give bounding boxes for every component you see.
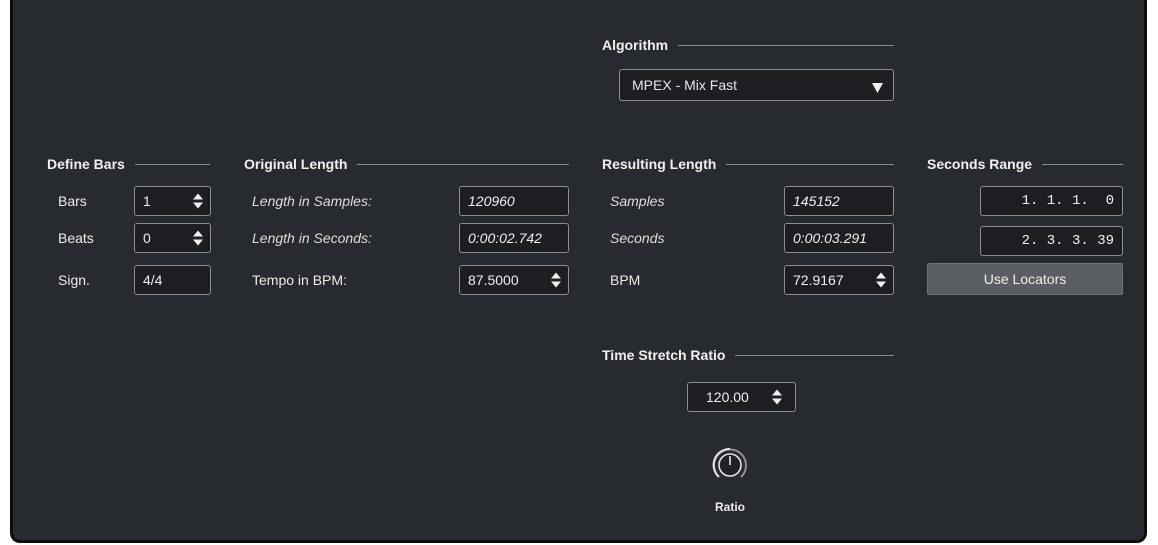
triangle-down-icon: [872, 80, 883, 96]
algorithm-dropdown[interactable]: MPEX - Mix Fast: [619, 69, 894, 101]
sign-label: Sign.: [58, 272, 90, 288]
range-start-value: 1. 1. 1. 0: [1021, 193, 1114, 209]
beats-stepper[interactable]: 0: [134, 223, 211, 253]
resulting-seconds-field[interactable]: 0:00:03.291: [784, 223, 894, 253]
resulting-length-heading: Resulting Length: [602, 156, 894, 172]
up-down-arrows-icon[interactable]: [551, 272, 561, 288]
divider: [134, 163, 210, 165]
samples-label: Samples: [610, 193, 665, 209]
signature-value: 4/4: [143, 272, 163, 288]
original-samples-value: 120960: [468, 193, 515, 209]
bpm-label: BPM: [610, 272, 641, 288]
seconds-label: Seconds: [610, 230, 665, 246]
original-length-heading: Original Length: [244, 156, 569, 172]
divider: [357, 163, 569, 165]
up-down-arrows-icon[interactable]: [772, 389, 782, 405]
original-seconds-value: 0:00:02.742: [468, 230, 542, 246]
ratio-knob-label: Ratio: [715, 500, 745, 514]
range-start-field[interactable]: 1. 1. 1. 0: [980, 186, 1123, 216]
divider: [678, 44, 894, 46]
tempo-in-bpm-label: Tempo in BPM:: [252, 272, 347, 288]
original-length-heading-text: Original Length: [244, 156, 348, 172]
beats-label: Beats: [58, 230, 94, 246]
bars-label: Bars: [58, 193, 87, 209]
ratio-value: 120.00: [706, 389, 749, 405]
signature-field[interactable]: 4/4: [134, 265, 211, 295]
resulting-length-heading-text: Resulting Length: [602, 156, 717, 172]
time-stretch-ratio-heading-text: Time Stretch Ratio: [602, 347, 726, 363]
define-bars-heading-text: Define Bars: [47, 156, 125, 172]
algorithm-selected: MPEX - Mix Fast: [632, 77, 738, 93]
bpm-value: 72.9167: [793, 272, 844, 288]
seconds-range-heading-text: Seconds Range: [927, 156, 1033, 172]
tempo-value: 87.5000: [468, 272, 519, 288]
original-seconds-field: 0:00:02.742: [459, 223, 569, 253]
length-in-seconds-label: Length in Seconds:: [252, 230, 372, 246]
range-end-value: 2. 3. 3. 39: [1021, 233, 1114, 249]
length-in-samples-label: Length in Samples:: [252, 193, 372, 209]
ratio-stepper[interactable]: 120.00: [687, 382, 796, 412]
define-bars-heading: Define Bars: [47, 156, 210, 172]
algorithm-heading: Algorithm: [602, 37, 894, 53]
resulting-samples-field[interactable]: 145152: [784, 186, 894, 216]
time-stretch-ratio-heading: Time Stretch Ratio: [602, 347, 894, 363]
time-stretch-panel: Algorithm MPEX - Mix Fast Define Bars Ba…: [10, 0, 1147, 543]
divider: [726, 163, 894, 165]
up-down-arrows-icon[interactable]: [876, 272, 886, 288]
seconds-range-heading: Seconds Range: [927, 156, 1123, 172]
divider: [1042, 163, 1123, 165]
bars-stepper[interactable]: 1: [134, 186, 211, 216]
use-locators-button[interactable]: Use Locators: [927, 263, 1123, 295]
rotary-knob-icon[interactable]: [711, 446, 749, 484]
algorithm-heading-text: Algorithm: [602, 37, 669, 53]
tempo-stepper[interactable]: 87.5000: [459, 265, 569, 295]
bars-value: 1: [143, 193, 151, 209]
range-end-field[interactable]: 2. 3. 3. 39: [980, 226, 1123, 256]
resulting-seconds-value: 0:00:03.291: [793, 230, 867, 246]
beats-value: 0: [143, 230, 151, 246]
resulting-samples-value: 145152: [793, 193, 840, 209]
divider: [735, 354, 894, 356]
bpm-stepper[interactable]: 72.9167: [784, 265, 894, 295]
up-down-arrows-icon[interactable]: [193, 230, 203, 246]
original-samples-field: 120960: [459, 186, 569, 216]
up-down-arrows-icon[interactable]: [193, 193, 203, 209]
